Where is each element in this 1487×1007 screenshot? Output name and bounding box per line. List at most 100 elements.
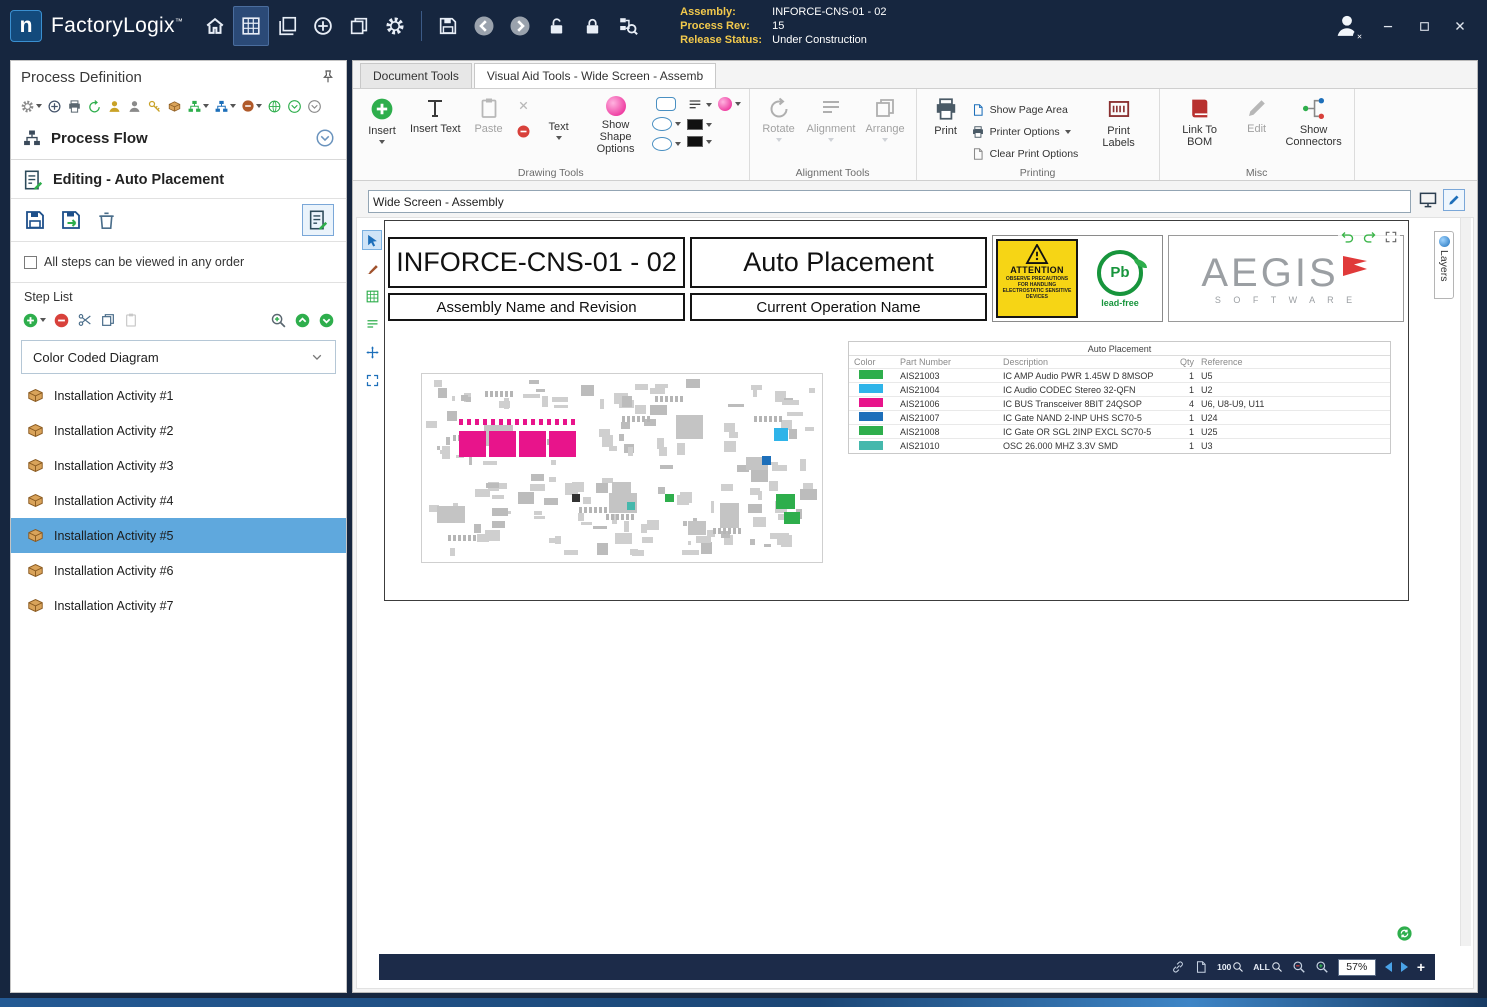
align-lines-tool-button[interactable] (362, 314, 382, 334)
status-gray-button[interactable] (307, 99, 322, 114)
delete-process-button[interactable] (95, 209, 118, 232)
any-order-checkbox-row[interactable]: All steps can be viewed in any order (11, 242, 346, 282)
zoom-in-button[interactable] (1315, 960, 1329, 974)
user-button[interactable] (127, 99, 142, 114)
link-to-bom-button[interactable]: Link To BOM (1168, 93, 1232, 165)
text-style-button[interactable]: Text (538, 93, 580, 165)
web-button[interactable] (267, 99, 282, 114)
home-button[interactable] (197, 6, 233, 46)
vertical-scrollbar[interactable] (1460, 218, 1471, 946)
printer-options-button[interactable]: Printer Options (971, 123, 1083, 141)
search-steps-button[interactable] (270, 312, 287, 329)
line-color-button[interactable] (687, 136, 712, 147)
export-process-button[interactable] (59, 208, 83, 232)
edit-button[interactable]: Edit (1236, 93, 1278, 165)
step-list-item[interactable]: Installation Activity #7 (11, 588, 346, 623)
step-list-item[interactable]: Installation Activity #5 (11, 518, 346, 553)
pan-right-button[interactable] (1401, 962, 1408, 972)
settings-button[interactable] (377, 6, 413, 46)
insert-text-button[interactable]: Insert Text (407, 93, 464, 165)
pin-panel-button[interactable] (320, 69, 336, 85)
step-list-item[interactable]: Installation Activity #1 (11, 378, 346, 413)
copy-step-button[interactable] (100, 312, 116, 328)
move-tool-button[interactable] (362, 342, 382, 362)
document-title-input[interactable] (373, 195, 1406, 209)
zoom-level-input[interactable] (1339, 961, 1375, 973)
line-style-button[interactable] (687, 97, 712, 113)
rotate-button[interactable]: Rotate (758, 93, 800, 165)
documents-button[interactable] (269, 6, 305, 46)
show-shape-options-button[interactable]: Show Shape Options (584, 93, 648, 165)
show-page-area-button[interactable]: Show Page Area (971, 101, 1083, 119)
layers-tab[interactable]: Layers (1434, 231, 1454, 299)
step-list-item[interactable]: Installation Activity #6 (11, 553, 346, 588)
tab-document-tools[interactable]: Document Tools (360, 63, 472, 88)
tab-visual-aid-tools[interactable]: Visual Aid Tools - Wide Screen - Assemb (474, 63, 716, 88)
cut-step-button[interactable] (77, 312, 93, 328)
step-list-item[interactable]: Installation Activity #4 (11, 483, 346, 518)
format-tool-button[interactable] (362, 258, 382, 278)
process-definition-button[interactable] (233, 6, 269, 46)
navigator-button[interactable] (305, 6, 341, 46)
clear-print-options-button[interactable]: Clear Print Options (971, 145, 1083, 163)
maximize-button[interactable] (1415, 17, 1433, 35)
status-green-button[interactable] (287, 99, 302, 114)
redo-button[interactable] (1362, 230, 1377, 245)
user-logout-button[interactable] (1333, 12, 1361, 40)
diagram-selector[interactable]: Color Coded Diagram (21, 340, 336, 374)
remove-step-button[interactable] (53, 312, 70, 329)
fit-page-button[interactable] (1194, 960, 1208, 974)
zoom-out-button[interactable] (1292, 960, 1306, 974)
shape-gallery-button[interactable] (718, 97, 741, 111)
view-mode-button[interactable] (1418, 190, 1438, 210)
copy-pages-button[interactable] (341, 6, 377, 46)
print-button[interactable]: Print (925, 93, 967, 165)
release-audit-button[interactable] (610, 6, 646, 46)
arrange-button[interactable]: Arrange (862, 93, 907, 165)
refresh-view-button[interactable] (1396, 925, 1413, 942)
link-pages-button[interactable] (1171, 960, 1185, 974)
save-button[interactable] (430, 6, 466, 46)
flow-alt-button[interactable] (214, 99, 236, 114)
add-step-button[interactable] (22, 312, 46, 329)
unlock-button[interactable] (538, 6, 574, 46)
oval-tool-button[interactable] (652, 137, 681, 151)
paste-step-button[interactable] (123, 312, 139, 328)
navigate-button[interactable] (47, 99, 62, 114)
remove-shape-button[interactable] (516, 124, 531, 139)
options-button[interactable] (20, 99, 42, 114)
ellipse-tool-button[interactable] (652, 117, 681, 131)
minimize-button[interactable] (1379, 17, 1397, 35)
print-flow-button[interactable] (67, 99, 82, 114)
select-tool-button[interactable] (362, 230, 382, 250)
collapse-section-button[interactable] (315, 128, 335, 148)
edit-notes-button[interactable] (302, 204, 334, 236)
close-button[interactable] (1451, 17, 1469, 35)
checkbox[interactable] (24, 256, 37, 269)
alignment-button[interactable]: Alignment (804, 93, 859, 165)
fill-color-button[interactable] (687, 119, 712, 130)
step-list-item[interactable]: Installation Activity #2 (11, 413, 346, 448)
package-button[interactable] (167, 99, 182, 114)
move-step-up-button[interactable] (294, 312, 311, 329)
flow-tools-button[interactable] (187, 99, 209, 114)
refresh-flow-button[interactable] (87, 99, 102, 114)
grid-tool-button[interactable] (362, 286, 382, 306)
back-button[interactable] (466, 6, 502, 46)
expand-button[interactable] (1384, 230, 1398, 245)
paste-button[interactable]: Paste (468, 93, 510, 165)
zoom-100-button[interactable]: 100 (1217, 961, 1244, 973)
lock-button[interactable] (574, 6, 610, 46)
forward-button[interactable] (502, 6, 538, 46)
pan-left-button[interactable] (1385, 962, 1392, 972)
insert-button[interactable]: Insert (361, 93, 403, 165)
zoom-increment-button[interactable]: + (1417, 960, 1425, 974)
pan-tool-button[interactable] (362, 370, 382, 390)
user-role-button[interactable] (107, 99, 122, 114)
print-labels-button[interactable]: Print Labels (1087, 93, 1151, 165)
save-process-button[interactable] (23, 208, 47, 232)
step-list-item[interactable]: Installation Activity #3 (11, 448, 346, 483)
edit-document-button[interactable] (1443, 189, 1465, 211)
permissions-button[interactable] (147, 99, 162, 114)
remove-tool-button[interactable] (241, 99, 262, 113)
